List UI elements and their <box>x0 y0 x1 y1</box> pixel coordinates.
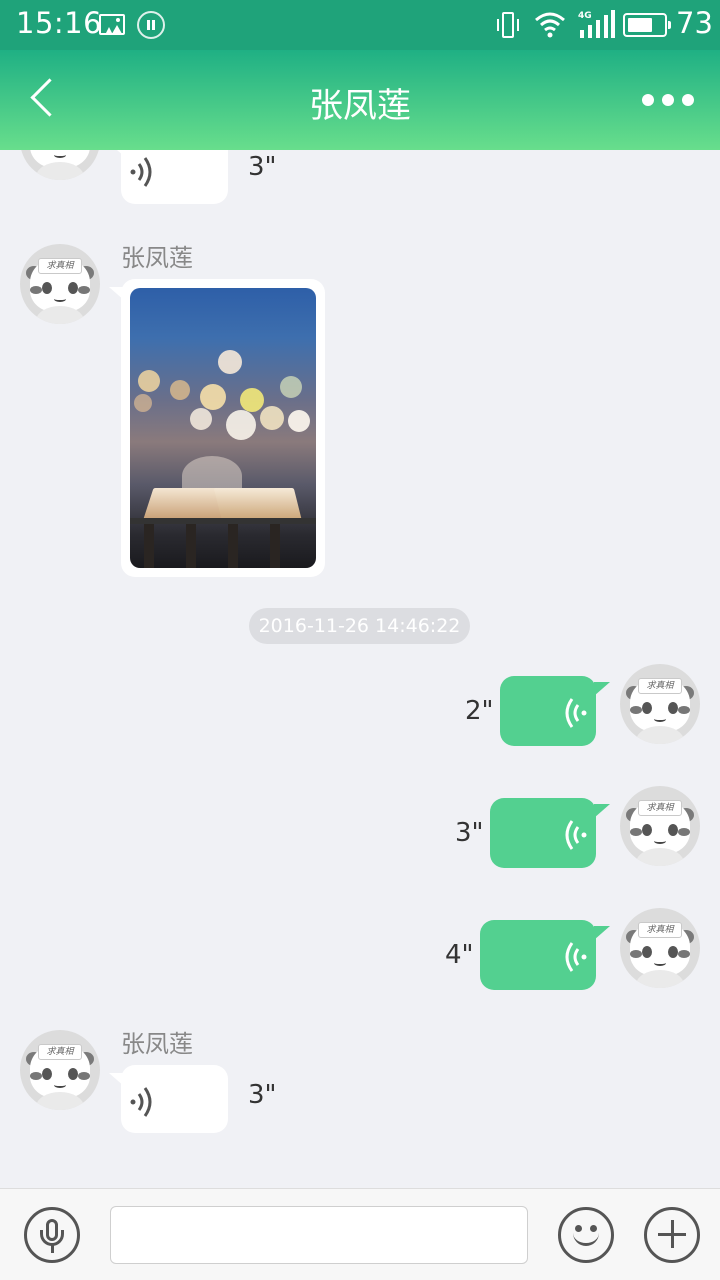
battery-icon <box>623 13 671 37</box>
sender-name: 张凤莲 <box>121 244 193 272</box>
sender-name: 张凤莲 <box>121 1030 193 1058</box>
avatar[interactable]: 求真相 <box>20 1030 100 1110</box>
my-avatar[interactable]: 求真相 <box>620 908 700 988</box>
voice-duration: 3" <box>455 818 484 848</box>
voice-message-bubble[interactable] <box>109 1065 228 1133</box>
signal-icon <box>578 10 615 38</box>
voice-duration: 4" <box>445 940 474 970</box>
voice-wave-icon <box>130 157 152 187</box>
emoji-icon[interactable] <box>558 1207 614 1263</box>
message-timestamp: 2016-11-26 14:46:22 <box>249 608 470 644</box>
message-list[interactable]: 求真相 3" 求真相 张凤莲 <box>0 150 720 1188</box>
image-icon <box>99 14 125 35</box>
microphone-icon[interactable] <box>24 1207 80 1263</box>
voice-message-bubble[interactable] <box>500 676 610 746</box>
voice-message-bubble[interactable] <box>109 150 228 204</box>
input-bar <box>0 1188 720 1280</box>
voice-message-bubble[interactable] <box>490 798 610 868</box>
wifi-icon <box>535 12 565 38</box>
battery-level: 73 <box>676 6 713 40</box>
status-time: 15:16 <box>16 6 103 40</box>
my-avatar[interactable]: 求真相 <box>620 786 700 866</box>
more-dots-icon[interactable] <box>640 86 696 114</box>
voice-wave-icon <box>130 1087 152 1117</box>
avatar[interactable]: 求真相 <box>20 150 100 180</box>
message-photo[interactable] <box>130 288 316 568</box>
plus-icon[interactable] <box>644 1207 700 1263</box>
vibrate-icon <box>497 12 519 38</box>
voice-message-bubble[interactable] <box>480 920 610 990</box>
pause-icon <box>137 11 165 39</box>
status-bar: 15:16 4G 73 <box>0 0 720 50</box>
avatar[interactable]: 求真相 <box>20 244 100 324</box>
voice-duration: 3" <box>248 152 277 182</box>
header-bar: 张凤莲 <box>0 50 720 150</box>
voice-wave-icon <box>565 942 587 972</box>
voice-wave-icon <box>565 820 587 850</box>
page-title: 张凤莲 <box>309 86 411 126</box>
voice-wave-icon <box>565 698 587 728</box>
image-message-bubble[interactable] <box>109 279 325 577</box>
voice-duration: 3" <box>248 1080 277 1110</box>
voice-duration: 2" <box>465 696 494 726</box>
message-input[interactable] <box>110 1206 528 1264</box>
my-avatar[interactable]: 求真相 <box>620 664 700 744</box>
